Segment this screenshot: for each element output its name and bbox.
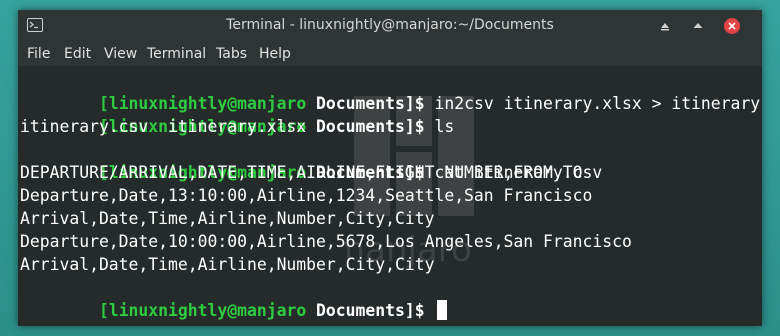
close-icon[interactable]: [724, 18, 740, 34]
prompt-symbol: ]$: [404, 117, 425, 136]
desktop-background: Terminal - linuxnightly@manjaro:~/Docume…: [0, 0, 780, 336]
terminal-line: [linuxnightly@manjaro Documents]$ in2csv…: [20, 69, 762, 113]
output-line: Departure,Date,10:00:00,Airline,5678,Los…: [20, 232, 632, 251]
terminal-line: [linuxnightly@manjaro Documents]$ ls: [20, 92, 454, 136]
command-text: [425, 301, 435, 320]
output-line: Arrival,Date,Time,Airline,Number,City,Ci…: [20, 209, 435, 228]
title-bar[interactable]: Terminal - linuxnightly@manjaro:~/Docume…: [18, 10, 762, 42]
terminal-line: [linuxnightly@manjaro Documents]$ cat it…: [20, 138, 602, 182]
menu-bar: File Edit View Terminal Tabs Help: [18, 42, 762, 66]
output-line: DEPARTURE/ARRIVAL,DATE,TIME,AIRLINE,FLIG…: [20, 163, 583, 182]
command-text: ls: [424, 117, 455, 136]
maximize-icon[interactable]: [690, 18, 706, 34]
terminal-window: Terminal - linuxnightly@manjaro:~/Docume…: [18, 10, 762, 326]
output-line: itinerary.csv itinerary.xlsx: [20, 117, 307, 136]
window-title: Terminal - linuxnightly@manjaro:~/Docume…: [226, 17, 554, 33]
command-text: in2csv itinerary.xlsx > itinerary.csv: [434, 94, 762, 113]
prompt-directory: Documents: [306, 301, 405, 320]
menu-edit[interactable]: Edit: [64, 46, 91, 62]
minimize-icon[interactable]: [657, 18, 673, 34]
prompt-symbol: ]$: [404, 301, 425, 320]
terminal-line: [linuxnightly@manjaro Documents]$: [20, 276, 447, 320]
output-line: Departure,Date,13:10:00,Airline,1234,Sea…: [20, 186, 593, 205]
menu-view[interactable]: View: [104, 46, 137, 62]
menu-help[interactable]: Help: [259, 46, 291, 62]
prompt-directory: Documents: [306, 117, 405, 136]
terminal-output[interactable]: manjaro [linuxnightly@manjaro Documents]…: [18, 66, 762, 326]
text-cursor: [436, 300, 447, 320]
output-line: Arrival,Date,Time,Airline,Number,City,Ci…: [20, 255, 435, 274]
menu-file[interactable]: File: [27, 46, 50, 62]
prompt-user-host: [linuxnightly@manjaro: [98, 301, 307, 320]
menu-tabs[interactable]: Tabs: [216, 46, 247, 62]
menu-terminal[interactable]: Terminal: [147, 46, 206, 62]
